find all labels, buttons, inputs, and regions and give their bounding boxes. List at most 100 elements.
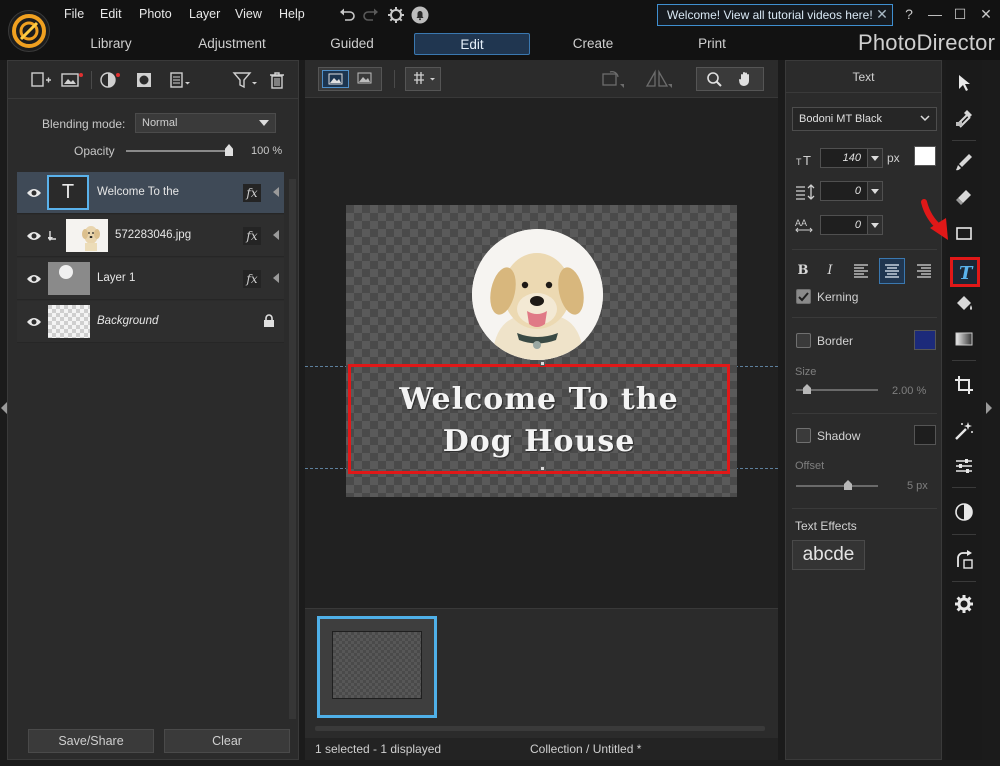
magic-wand-icon[interactable] [953, 420, 975, 442]
font-size-dropdown[interactable] [867, 148, 883, 168]
layer-name[interactable]: 572283046.jpg [115, 229, 191, 241]
font-size-input[interactable]: 140 [820, 148, 868, 168]
menu-view[interactable]: View [235, 7, 262, 21]
border-checkbox[interactable] [796, 333, 811, 348]
add-layer-icon[interactable] [30, 70, 52, 90]
layer-fx-icon[interactable]: fx [243, 270, 261, 288]
color-balance-icon[interactable] [953, 501, 975, 523]
undo-icon[interactable] [337, 5, 357, 25]
collapse-right-icon[interactable] [986, 402, 992, 414]
notification-bell-icon[interactable] [410, 5, 430, 25]
headline-text[interactable]: Welcome To the Dog House [351, 379, 727, 463]
brush-icon[interactable] [953, 151, 975, 173]
dog-photo[interactable] [472, 229, 603, 360]
blending-mode-select[interactable]: Normal [135, 113, 276, 133]
rotate-icon[interactable] [597, 67, 627, 91]
grid-icon[interactable] [405, 67, 441, 91]
image-canvas[interactable]: Welcome To the Dog House [346, 205, 737, 497]
italic-button[interactable]: I [817, 258, 843, 284]
redo-icon[interactable] [361, 5, 381, 25]
menu-photo[interactable]: Photo [139, 7, 172, 21]
menu-edit[interactable]: Edit [100, 7, 122, 21]
image-workspace[interactable]: Welcome To the Dog House [305, 98, 778, 608]
align-center-icon[interactable] [879, 258, 905, 284]
align-left-icon[interactable] [848, 258, 874, 284]
resize-handle[interactable] [540, 466, 545, 471]
delete-layer-icon[interactable] [267, 70, 289, 90]
layer-row-background[interactable]: Background [17, 301, 284, 343]
opacity-slider[interactable] [126, 150, 230, 152]
kerning-checkbox[interactable] [796, 289, 811, 304]
layer-row-text[interactable]: T Welcome To the fx [17, 172, 284, 214]
layer-mask-icon[interactable] [134, 70, 156, 90]
save-share-button[interactable]: Save/Share [28, 729, 154, 753]
zoom-icon[interactable] [702, 70, 728, 88]
export-share-icon[interactable] [953, 548, 975, 570]
shadow-color-swatch[interactable] [914, 425, 936, 445]
filter-icon[interactable] [232, 70, 257, 90]
tutorial-notification[interactable]: Welcome! View all tutorial videos here! [657, 4, 893, 26]
layer-row-photo[interactable]: 572283046.jpg fx [17, 215, 284, 257]
maximize-button[interactable]: ☐ [949, 3, 971, 25]
single-view-icon[interactable] [322, 70, 349, 88]
flip-icon[interactable] [639, 67, 675, 91]
align-right-icon[interactable] [911, 258, 937, 284]
layer-name[interactable]: Layer 1 [97, 272, 135, 284]
filmstrip-thumbnail[interactable] [317, 616, 437, 718]
tab-guided[interactable]: Guided [303, 33, 401, 55]
shadow-offset-slider[interactable] [796, 485, 878, 487]
visibility-eye-icon[interactable] [26, 273, 42, 285]
visibility-eye-icon[interactable] [26, 230, 42, 242]
border-color-swatch[interactable] [914, 330, 936, 350]
menu-help[interactable]: Help [279, 7, 305, 21]
character-spacing-dropdown[interactable] [867, 215, 883, 235]
bold-button[interactable]: B [790, 258, 816, 284]
settings-gear-icon[interactable] [386, 5, 406, 25]
clone-stamp-icon[interactable] [953, 107, 975, 129]
text-tool-icon[interactable]: T [950, 257, 980, 287]
compare-view-icon[interactable] [352, 70, 379, 88]
text-effect-preset[interactable]: abcde [792, 540, 865, 570]
gradient-icon[interactable] [953, 328, 975, 350]
visibility-eye-icon[interactable] [26, 316, 42, 328]
layer-row-layer1[interactable]: Layer 1 fx [17, 258, 284, 300]
layer-name[interactable]: Background [97, 315, 158, 327]
settings-gear-icon[interactable] [953, 593, 975, 615]
layer-expand-icon[interactable] [273, 187, 279, 197]
text-selection-box[interactable]: Welcome To the Dog House [348, 361, 730, 474]
tab-library[interactable]: Library [62, 33, 160, 55]
paint-bucket-icon[interactable] [953, 293, 975, 315]
notification-close-icon[interactable]: ✕ [874, 4, 890, 26]
layer-fx-icon[interactable]: fx [243, 184, 261, 202]
opacity-slider-handle[interactable] [225, 144, 233, 156]
eraser-icon[interactable] [953, 186, 975, 208]
character-spacing-input[interactable]: 0 [820, 215, 868, 235]
tab-adjustment[interactable]: Adjustment [180, 33, 284, 55]
tab-print[interactable]: Print [664, 33, 760, 55]
filmstrip-scrollbar[interactable] [315, 726, 765, 731]
minimize-button[interactable]: — [924, 3, 946, 25]
tab-edit[interactable]: Edit [414, 33, 530, 55]
tab-create[interactable]: Create [545, 33, 641, 55]
visibility-eye-icon[interactable] [26, 187, 42, 199]
hand-pan-icon[interactable] [733, 70, 759, 88]
crop-icon[interactable] [953, 374, 975, 396]
layer-expand-icon[interactable] [273, 273, 279, 283]
layer-name[interactable]: Welcome To the [97, 186, 179, 198]
app-logo[interactable] [8, 10, 50, 52]
add-image-layer-icon[interactable] [60, 70, 83, 90]
layer-fx-icon[interactable]: fx [243, 227, 261, 245]
resize-handle[interactable] [540, 361, 545, 366]
border-size-handle[interactable] [803, 384, 811, 394]
menu-file[interactable]: File [64, 7, 84, 21]
shadow-offset-handle[interactable] [844, 480, 852, 490]
layer-properties-icon[interactable] [168, 70, 190, 90]
layers-scrollbar[interactable] [289, 179, 296, 719]
select-arrow-icon[interactable] [953, 72, 975, 94]
menu-layer[interactable]: Layer [189, 7, 220, 21]
close-button[interactable]: ✕ [975, 3, 997, 25]
help-icon[interactable]: ? [898, 3, 920, 25]
line-spacing-dropdown[interactable] [867, 181, 883, 201]
clear-button[interactable]: Clear [164, 729, 290, 753]
shadow-checkbox[interactable] [796, 428, 811, 443]
